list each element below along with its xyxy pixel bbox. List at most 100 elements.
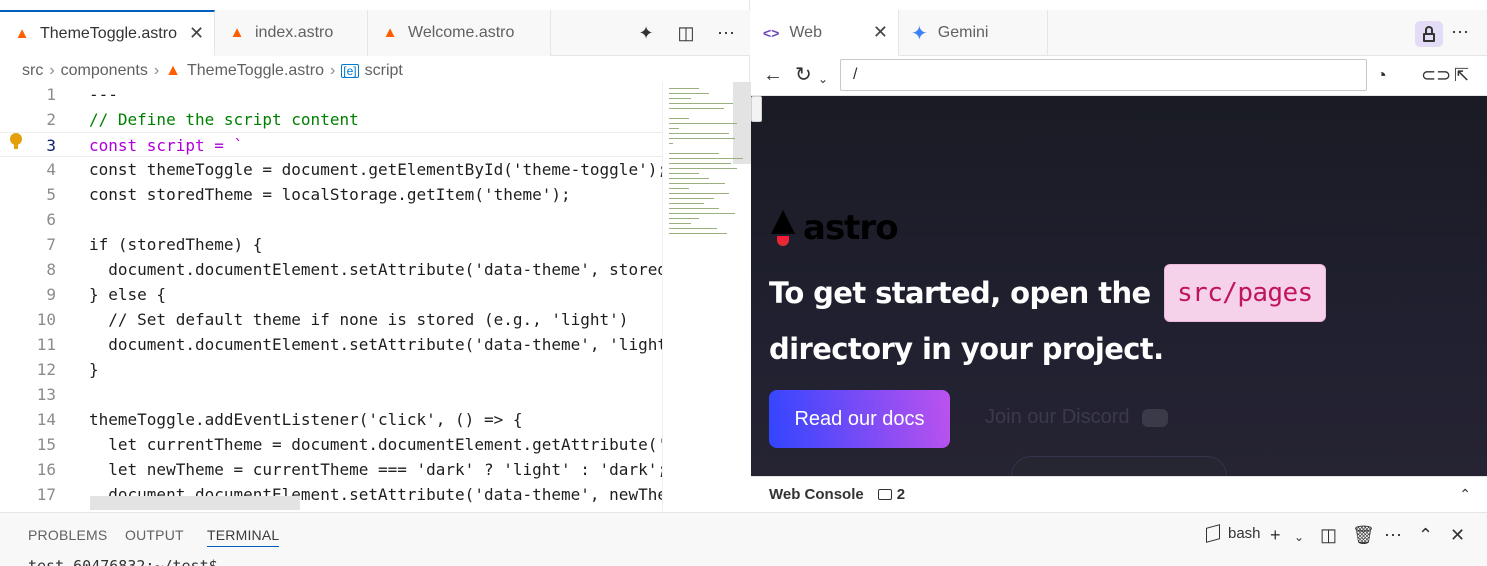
astro-wordmark: astro <box>803 208 899 248</box>
line-text: // Set default theme if none is stored (… <box>89 310 629 329</box>
back-arrow-icon[interactable]: ← <box>763 64 783 86</box>
reload-icon[interactable]: ↻ <box>795 64 812 86</box>
code-line: 12} <box>0 357 662 382</box>
breadcrumb-file[interactable]: ThemeToggle.astro <box>187 62 324 80</box>
line-number: 16 <box>36 460 56 479</box>
comment-icon <box>877 489 892 500</box>
tab-gemini[interactable]: ✦ Gemini <box>899 10 1048 56</box>
chevron-down-icon[interactable]: ⌄ <box>818 68 828 90</box>
hero-text-start: To get started, open the <box>769 276 1151 310</box>
line-number: 8 <box>46 260 56 279</box>
code-editor[interactable]: 1 --- 2 // Define the script content 3 cons… <box>0 82 662 512</box>
tab-themetoggle[interactable]: ▲ ThemeToggle.astro ✕ <box>0 10 215 56</box>
chevron-right-icon: › <box>153 62 160 79</box>
line-number: 6 <box>46 210 56 229</box>
astro-logo: astro <box>769 208 899 248</box>
line-text: document.documentElement.setAttribute('d… <box>108 260 662 279</box>
minimap-line <box>669 153 719 154</box>
lightbulb-icon[interactable] <box>10 133 22 149</box>
tab-output[interactable]: OUTPUT <box>125 527 184 543</box>
minimap-line <box>669 93 709 94</box>
breadcrumb-symbol[interactable]: script <box>365 62 403 80</box>
chevron-up-icon[interactable]: ⌃ <box>1459 486 1471 503</box>
trash-icon[interactable]: 🗑 <box>1352 525 1375 546</box>
code-line: 10 // Set default theme if none is store… <box>0 307 662 332</box>
line-text: if (storedTheme) { <box>89 235 263 254</box>
resize-handle[interactable] <box>751 96 762 122</box>
open-external-icon[interactable]: ⇱ <box>1454 64 1469 86</box>
sparkle-icon[interactable]: ✦ <box>635 23 657 44</box>
tab-problems[interactable]: PROBLEMS <box>28 527 107 543</box>
line-text: } <box>89 360 99 379</box>
line-text: const storedTheme = localStorage.getItem… <box>89 185 571 204</box>
more-actions-icon[interactable]: ⋯ <box>1451 22 1469 43</box>
gemini-sparkle-icon: ✦ <box>911 22 928 45</box>
editor-actions: ✦ ◫ ⋯ <box>635 10 737 56</box>
close-icon[interactable]: ✕ <box>189 23 204 44</box>
maximize-panel-icon[interactable]: ⌃ <box>1418 525 1433 546</box>
line-number: 12 <box>36 360 56 379</box>
tab-web[interactable]: <> Web ✕ <box>751 10 899 56</box>
code-line: 13 <box>0 382 662 407</box>
minimap-line <box>669 143 673 144</box>
terminal-shell-selector[interactable]: bash <box>1206 524 1261 543</box>
terminal-prompt[interactable]: test-60476832:~/test$ <box>28 557 218 566</box>
code-line: 2 // Define the script content <box>0 107 662 132</box>
performance-gauge-icon[interactable]: ◔ <box>1376 64 1387 86</box>
url-input[interactable]: / <box>840 59 1367 91</box>
minimap-line <box>669 198 714 199</box>
breadcrumb-src[interactable]: src <box>22 62 43 80</box>
breadcrumb-components[interactable]: components <box>61 62 148 80</box>
astro-file-icon: ▲ <box>14 24 30 42</box>
minimap-line <box>669 193 729 194</box>
chevron-right-icon: › <box>329 62 336 79</box>
horizontal-scrollbar[interactable] <box>90 496 300 510</box>
close-icon[interactable]: ✕ <box>873 22 888 43</box>
browser-panel: <> Web ✕ ✦ Gemini ⋯ ← ↻ ⌄ / ◔ ⊂⊃ ⇱ astro <box>751 0 1487 512</box>
split-editor-icon[interactable]: ◫ <box>675 23 697 44</box>
line-text: const themeToggle = document.getElementB… <box>89 160 662 179</box>
minimap-line <box>669 173 699 174</box>
line-text: } else { <box>89 285 167 304</box>
line-number: 11 <box>36 335 56 354</box>
tab-index[interactable]: ▲ index.astro <box>215 10 368 56</box>
code-line: 4 const themeToggle = document.getElement… <box>0 157 662 182</box>
code-line: 1 --- <box>0 82 662 107</box>
read-docs-button[interactable]: Read our docs <box>769 390 950 448</box>
close-panel-icon[interactable]: ✕ <box>1450 525 1465 546</box>
minimap[interactable] <box>662 82 751 512</box>
line-number: 10 <box>36 310 56 329</box>
ide-window: ▲ ThemeToggle.astro ✕ ▲ index.astro ▲ We… <box>0 0 1487 566</box>
browser-viewport: astro To get started, open the src/pages… <box>751 96 1487 476</box>
tab-label: Web <box>789 23 822 41</box>
discord-icon <box>1141 408 1168 427</box>
discord-link[interactable]: Join our Discord <box>985 406 1168 429</box>
web-console-bar[interactable]: Web Console 2 ⌃ <box>751 476 1487 512</box>
chevron-down-icon[interactable]: ⌄ <box>1294 530 1304 544</box>
tab-terminal[interactable]: TERMINAL <box>207 527 280 547</box>
link-icon[interactable]: ⊂⊃ <box>1421 64 1451 86</box>
hero-code-chip: src/pages <box>1164 264 1326 322</box>
minimap-line <box>669 138 735 139</box>
tab-welcome[interactable]: ▲ Welcome.astro <box>368 10 551 56</box>
code-line: 9} else { <box>0 282 662 307</box>
more-actions-icon[interactable]: ⋯ <box>1384 525 1402 546</box>
new-terminal-icon[interactable]: + <box>1270 525 1281 546</box>
minimap-line <box>669 213 735 214</box>
symbol-variable-icon: [e] <box>341 64 359 78</box>
line-number: 14 <box>36 410 56 429</box>
split-terminal-icon[interactable]: ◫ <box>1320 525 1337 546</box>
editor-group: ▲ ThemeToggle.astro ✕ ▲ index.astro ▲ We… <box>0 0 751 512</box>
code-line: 15 let currentTheme = document.documentE… <box>0 432 662 457</box>
minimap-line <box>669 88 699 89</box>
minimap-line <box>669 178 709 179</box>
code-line-current: 3 const script = ` <box>0 132 662 157</box>
lock-button[interactable] <box>1415 21 1443 47</box>
minimap-line <box>669 133 729 134</box>
minimap-line <box>669 168 737 169</box>
more-actions-icon[interactable]: ⋯ <box>715 23 737 44</box>
astro-file-icon: ▲ <box>165 62 181 79</box>
minimap-line <box>669 188 689 189</box>
minimap-line <box>669 158 743 159</box>
minimap-line <box>669 108 724 109</box>
